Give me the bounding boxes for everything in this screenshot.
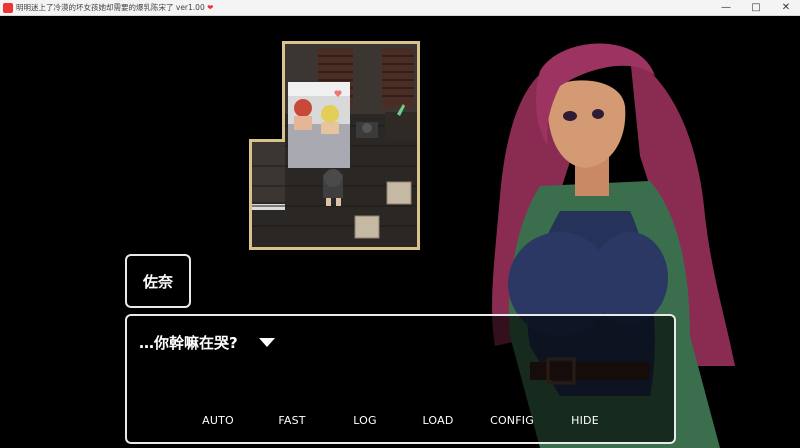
message-window[interactable]: …你幹嘛在哭? AUTO FAST LOG LOAD CONFIG HIDE [125,314,676,444]
speaker-name: 佐奈 [142,272,173,291]
chest-right [592,232,668,324]
window-title-label: 明明迷上了冷漠的坏女孩她却需要的爆乳陈宋了 ver1.00 [16,3,205,12]
game-stage[interactable]: 佐奈 …你幹嘛在哭? AUTO FAST LOG LOAD CONFIG HID… [0,16,800,448]
config-button[interactable]: CONFIG [490,414,534,427]
log-button[interactable]: LOG [353,414,377,427]
auto-button[interactable]: AUTO [202,414,234,427]
window-titlebar: 明明迷上了冷漠的坏女孩她却需要的爆乳陈宋了 ver1.00 ❤ — □ ✕ [0,0,800,16]
app-icon [3,3,13,13]
hide-button[interactable]: HIDE [571,414,599,427]
heart-icon: ❤ [207,3,214,12]
fast-button[interactable]: FAST [278,414,305,427]
dialogue-text: …你幹嘛在哭? [139,334,238,352]
speaker-name-box: 佐奈 [125,254,191,308]
eye-left [563,111,577,121]
window-title: 明明迷上了冷漠的坏女孩她却需要的爆乳陈宋了 ver1.00 ❤ [16,1,213,15]
eye-right [592,109,604,119]
close-button[interactable]: ✕ [772,0,800,16]
load-button[interactable]: LOAD [423,414,454,427]
maximize-button[interactable]: □ [742,0,770,16]
minimize-button[interactable]: — [712,0,740,16]
quick-menu: AUTO FAST LOG LOAD CONFIG HIDE [127,414,674,434]
continue-arrow-icon[interactable] [259,338,275,347]
